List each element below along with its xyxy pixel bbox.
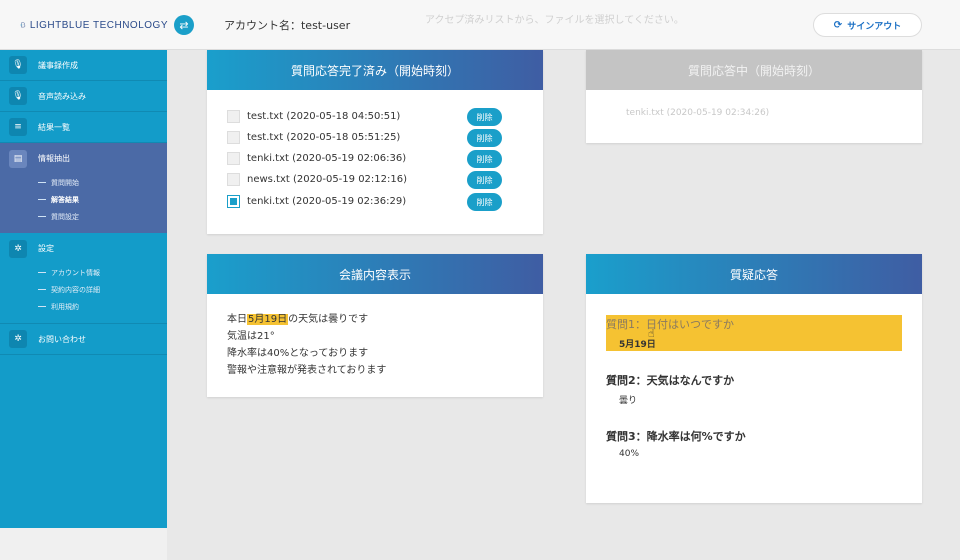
qa-item[interactable]: 質問2：天気はなんですか 曇り <box>606 372 902 406</box>
sidebar-subitem-terms[interactable]: 利用規約 <box>0 298 167 315</box>
meeting-card-title: 会議内容表示 <box>207 254 543 294</box>
sidebar-item-label: 情報抽出 <box>38 154 70 163</box>
completed-card-title: 質問応答完了済み（開始時刻） <box>207 50 543 90</box>
file-checkbox-checked[interactable] <box>227 194 240 208</box>
document-icon: ▤ <box>9 149 27 168</box>
sidebar-item-audio-import[interactable]: 🎙 音声読み込み <box>0 81 167 112</box>
qa-answer: 40% <box>619 449 640 459</box>
sidebar-subitem-answer-results[interactable]: 解答結果 <box>0 191 167 208</box>
file-name: test.txt (2020-05-18 05:51:25) <box>247 131 401 143</box>
power-icon: ⟳ <box>833 19 843 31</box>
qa-card-title: 質疑応答 <box>586 254 922 294</box>
qa-item-selected[interactable]: 質問1：日付はいつですか 5月19日 ☝ <box>606 315 902 351</box>
delete-button[interactable]: 削除 <box>467 171 502 189</box>
inprogress-card: 質問応答中（開始時刻） tenki.txt (2020-05-19 02:34:… <box>586 50 922 143</box>
file-checkbox[interactable] <box>227 172 240 186</box>
file-row: news.txt (2020-05-19 02:12:16) <box>227 171 407 187</box>
sidebar-subitem-question-settings[interactable]: 質問設定 <box>0 208 167 225</box>
top-header: LIGHTBLUE TECHNOLOGY ⇄ アカウント名：test-user … <box>0 0 960 50</box>
completed-card: 質問応答完了済み（開始時刻） test.txt (2020-05-18 04:5… <box>207 50 543 234</box>
file-name: tenki.txt (2020-05-19 02:06:36) <box>247 152 407 164</box>
logo-mark-icon <box>20 22 26 28</box>
inprogress-item: tenki.txt (2020-05-19 02:34:26) <box>626 108 770 118</box>
delete-button[interactable]: 削除 <box>467 150 502 168</box>
signout-label: サインアウト <box>847 21 902 32</box>
meeting-line: 本日5月19日の天気は曇りです <box>227 314 369 325</box>
qa-card: 質疑応答 質問1：日付はいつですか 5月19日 ☝ 質問2：天気はなんですか 曇… <box>586 254 922 503</box>
sidebar-toggle-button[interactable]: ⇄ <box>174 15 194 35</box>
account-name: アカウント名：test-user <box>224 19 351 32</box>
sidebar-group-settings: ✲ 設定 アカウント情報 契約内容の詳細 利用規約 <box>0 233 167 324</box>
file-name: news.txt (2020-05-19 02:12:16) <box>247 173 408 185</box>
qa-question: 質問2：天気はなんですか <box>606 374 735 387</box>
sidebar-item-label: 設定 <box>38 244 54 253</box>
file-row: tenki.txt (2020-05-19 02:06:36) <box>227 150 406 166</box>
delete-button[interactable]: 削除 <box>467 129 502 147</box>
mic-icon: 🎙 <box>9 56 27 74</box>
file-checkbox[interactable] <box>227 151 240 165</box>
sidebar-item-label: 議事録作成 <box>38 60 78 70</box>
sidebar-footer <box>0 528 167 560</box>
logo-text: LIGHTBLUE TECHNOLOGY <box>29 19 168 31</box>
sidebar-item-extraction[interactable]: ▤ 情報抽出 <box>0 143 167 174</box>
file-checkbox[interactable] <box>227 130 240 144</box>
highlighted-date: 5月19日 <box>247 314 289 325</box>
database-icon: ≡ <box>9 118 27 136</box>
meeting-content: 本日5月19日の天気は曇りです 気温は21° 降水率は40%となっております 警… <box>227 311 386 379</box>
sidebar-group-extraction: ▤ 情報抽出 質問開始 解答結果 質問設定 <box>0 143 167 233</box>
sidebar-item-label: 結果一覧 <box>38 122 70 132</box>
file-name: test.txt (2020-05-18 04:50:51) <box>247 110 401 122</box>
sidebar-item-contact[interactable]: ✲ お問い合わせ <box>0 324 167 355</box>
sidebar-subitem-question-start[interactable]: 質問開始 <box>0 174 167 191</box>
gear-icon: ✲ <box>9 239 27 258</box>
qa-answer: 曇り <box>619 396 638 406</box>
file-row: tenki.txt (2020-05-19 02:36:29) <box>227 193 406 209</box>
sidebar-subitem-contract-details[interactable]: 契約内容の詳細 <box>0 281 167 298</box>
sidebar-item-minutes[interactable]: 🎙 議事録作成 <box>0 50 167 81</box>
overlay-message: アクセプ済みリストから、ファイルを選択してください。 <box>425 15 684 26</box>
sidebar-item-label: お問い合わせ <box>38 334 86 344</box>
meeting-line: 警報や注意報が発表されております <box>227 365 387 376</box>
delete-button[interactable]: 削除 <box>467 193 502 211</box>
sidebar-subitem-account-info[interactable]: アカウント情報 <box>0 264 167 281</box>
inprogress-card-title: 質問応答中（開始時刻） <box>586 50 922 90</box>
sidebar-item-label: 音声読み込み <box>38 91 86 101</box>
signout-button[interactable]: ⟳ サインアウト <box>813 13 922 37</box>
meeting-card: 会議内容表示 本日5月19日の天気は曇りです 気温は21° 降水率は40%となっ… <box>207 254 543 397</box>
mic-icon: 🎙 <box>9 87 27 105</box>
meeting-line: 降水率は40%となっております <box>227 348 369 359</box>
meeting-line: 気温は21° <box>227 331 275 342</box>
file-row: test.txt (2020-05-18 04:50:51) <box>227 108 400 124</box>
sidebar-item-settings[interactable]: ✲ 設定 <box>0 233 167 264</box>
qa-question: 質問3：降水率は何%ですか <box>606 430 746 443</box>
file-row: test.txt (2020-05-18 05:51:25) <box>227 129 400 145</box>
hand-cursor-icon: ☝ <box>648 327 655 340</box>
qa-answer: 5月19日 <box>619 340 656 350</box>
logo: LIGHTBLUE TECHNOLOGY <box>20 13 168 37</box>
sidebar-item-results[interactable]: ≡ 結果一覧 <box>0 112 167 143</box>
gear-icon: ✲ <box>9 330 27 348</box>
sidebar: 🎙 議事録作成 🎙 音声読み込み ≡ 結果一覧 ▤ 情報抽出 質問開始 解答結果… <box>0 50 167 528</box>
qa-item[interactable]: 質問3：降水率は何%ですか 40% <box>606 428 902 459</box>
file-name: tenki.txt (2020-05-19 02:36:29) <box>247 195 407 207</box>
swap-arrows-icon: ⇄ <box>179 18 189 32</box>
file-checkbox[interactable] <box>227 109 240 123</box>
delete-button[interactable]: 削除 <box>467 108 502 126</box>
